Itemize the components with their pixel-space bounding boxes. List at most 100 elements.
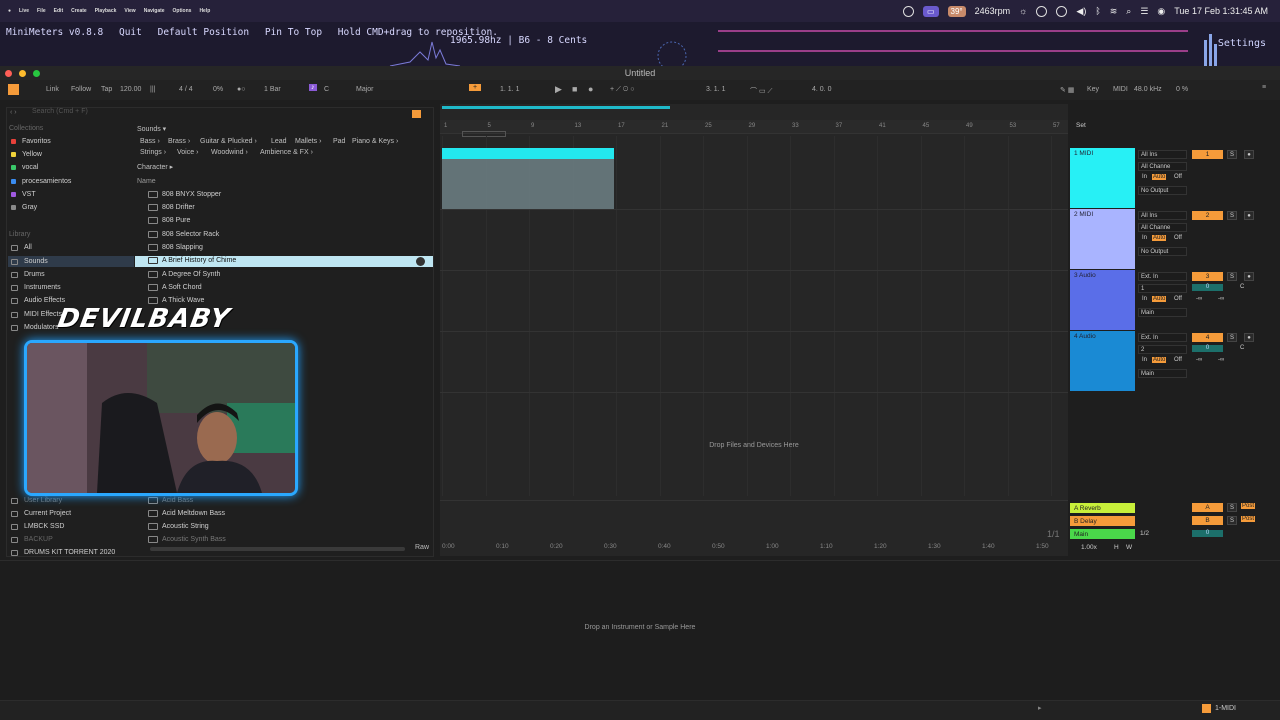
menu-icon[interactable]: ≡ (1262, 84, 1266, 91)
input-select[interactable]: Ext. In (1138, 333, 1187, 342)
arrangement-record-icon[interactable]: + (469, 84, 482, 91)
collection-gray[interactable]: Gray (11, 204, 37, 211)
scale-select[interactable]: Major (356, 86, 374, 93)
track-activator[interactable]: 1 (1192, 150, 1223, 159)
metronome-icon[interactable]: ||| (150, 86, 155, 93)
output-select[interactable]: Main (1138, 308, 1187, 317)
settings-button[interactable]: Settings (1218, 38, 1266, 49)
filter-voice[interactable]: Voice › (177, 149, 198, 156)
raw-toggle[interactable]: Raw (415, 544, 429, 551)
return-b-letter[interactable]: B (1192, 516, 1223, 525)
menu-edit[interactable]: Edit (54, 8, 63, 14)
solo-button[interactable]: S (1227, 516, 1237, 525)
list-item[interactable]: Acoustic String (148, 523, 209, 530)
monitor-auto[interactable]: Auto (1152, 357, 1167, 363)
track-color-strip[interactable] (1070, 209, 1135, 269)
fan-rpm[interactable]: 2463rpm (975, 6, 1011, 16)
filter-piano[interactable]: Piano & Keys › (352, 138, 398, 145)
monitor-auto[interactable]: Auto (1152, 174, 1167, 180)
monitor-off[interactable]: Off (1174, 296, 1182, 302)
place-backup[interactable]: BACKUP (11, 536, 53, 543)
preview-scrubber[interactable] (150, 547, 405, 551)
monitor-off[interactable]: Off (1174, 174, 1182, 180)
midi-clip[interactable] (442, 159, 614, 209)
filter-icon[interactable] (412, 110, 421, 118)
overdub-icon[interactable]: + ⟋ ⊙ ○ (610, 86, 635, 94)
search-input[interactable]: Search (Cmd + F) (32, 108, 402, 120)
main-volume[interactable]: 0 (1192, 530, 1223, 537)
pin-to-top-button[interactable]: Pin To Top (265, 27, 322, 38)
quantize-select[interactable]: 1 Bar (264, 86, 281, 93)
list-item-selected[interactable]: A Brief History of Chime (148, 257, 236, 264)
filter-woodwind[interactable]: Woodwind › (211, 149, 248, 156)
key-map-button[interactable]: Key (1087, 86, 1099, 93)
link-button[interactable]: Link (46, 86, 59, 93)
monitor-in[interactable]: In (1142, 296, 1147, 302)
menubar-clock[interactable]: Tue 17 Feb 1:31:45 AM (1174, 6, 1268, 16)
menu-file[interactable]: File (37, 8, 46, 14)
monitor-in[interactable]: In (1142, 174, 1147, 180)
solo-button[interactable]: S (1227, 150, 1237, 159)
monitor-in[interactable]: In (1142, 357, 1147, 363)
collection-yellow[interactable]: Yellow (11, 151, 42, 158)
track-activator[interactable]: 4 (1192, 333, 1223, 342)
close-window-button[interactable] (5, 70, 12, 77)
character-filter[interactable]: Character ▸ (137, 163, 173, 171)
list-item[interactable]: 808 Pure (148, 217, 190, 224)
track-volume[interactable]: 0 (1192, 284, 1223, 291)
library-drums[interactable]: Drums (11, 271, 45, 278)
monitor-off[interactable]: Off (1174, 357, 1182, 363)
tap-button[interactable]: Tap (101, 86, 112, 93)
loop-brace[interactable] (462, 131, 506, 137)
menu-playback[interactable]: Playback (95, 8, 117, 14)
list-item[interactable]: A Degree Of Synth (148, 271, 220, 278)
arm-button[interactable]: ● (1244, 150, 1254, 159)
stage-manager-icon[interactable]: ▭ (922, 5, 939, 17)
output-select[interactable]: No Output (1138, 247, 1187, 256)
arm-button[interactable]: ● (1244, 272, 1254, 281)
quit-button[interactable]: Quit (119, 27, 142, 38)
overview-position[interactable] (442, 106, 670, 109)
user-icon[interactable] (1056, 5, 1068, 17)
control-center-icon[interactable]: ☰ (1140, 6, 1148, 17)
wifi-icon[interactable]: ≋ (1110, 6, 1118, 17)
loop-icon[interactable]: ⌒ ▭ ⟋ (750, 86, 772, 96)
place-user-library[interactable]: User Library (11, 497, 62, 504)
default-position-button[interactable]: Default Position (158, 27, 250, 38)
collection-procesamientos[interactable]: procesamientos (11, 178, 71, 185)
return-track-a[interactable]: A Reverb (1070, 503, 1135, 513)
return-a-letter[interactable]: A (1192, 503, 1223, 512)
list-item[interactable]: 808 BNYX Stopper (148, 191, 221, 198)
menu-help[interactable]: Help (199, 8, 210, 14)
arm-button[interactable]: ● (1244, 211, 1254, 220)
record-button[interactable]: ● (588, 84, 593, 94)
arm-button[interactable]: ● (1244, 333, 1254, 342)
filter-lead[interactable]: Lead (271, 138, 287, 145)
track-name[interactable]: 1 MIDI (1074, 150, 1093, 157)
monitor-auto[interactable]: Auto (1152, 296, 1167, 302)
list-item[interactable]: A Soft Chord (148, 284, 202, 291)
channel-select[interactable]: All Channe (1138, 223, 1187, 232)
place-lmbck-ssd[interactable]: LMBCK SSD (11, 523, 64, 530)
output-select[interactable]: No Output (1138, 186, 1187, 195)
list-item[interactable]: Acid Meltdown Bass (148, 510, 225, 517)
main-output[interactable]: 1/2 (1140, 530, 1149, 537)
channel-select[interactable]: All Channe (1138, 162, 1187, 171)
library-audio-effects[interactable]: Audio Effects (11, 297, 65, 304)
name-column-header[interactable]: Name (137, 178, 156, 185)
library-midi-effects[interactable]: MIDI Effects (11, 311, 62, 318)
follow-button[interactable]: Follow (71, 86, 91, 93)
back-forward-icon[interactable]: ‹ › (10, 109, 17, 116)
list-item[interactable]: 808 Selector Rack (148, 231, 219, 238)
place-current-project[interactable]: Current Project (11, 510, 71, 517)
input-select[interactable]: Ext. In (1138, 272, 1187, 281)
pan-knob[interactable]: C (1240, 284, 1244, 290)
track-name[interactable]: 3 Audio (1074, 272, 1096, 279)
output-select[interactable]: Main (1138, 369, 1187, 378)
zoom-window-button[interactable] (33, 70, 40, 77)
sounds-filter[interactable]: Sounds ▾ (137, 125, 166, 133)
solo-button[interactable]: S (1227, 503, 1237, 512)
monitor-off[interactable]: Off (1174, 235, 1182, 241)
menu-navigate[interactable]: Navigate (144, 8, 165, 14)
track-color-strip[interactable] (1070, 331, 1135, 391)
